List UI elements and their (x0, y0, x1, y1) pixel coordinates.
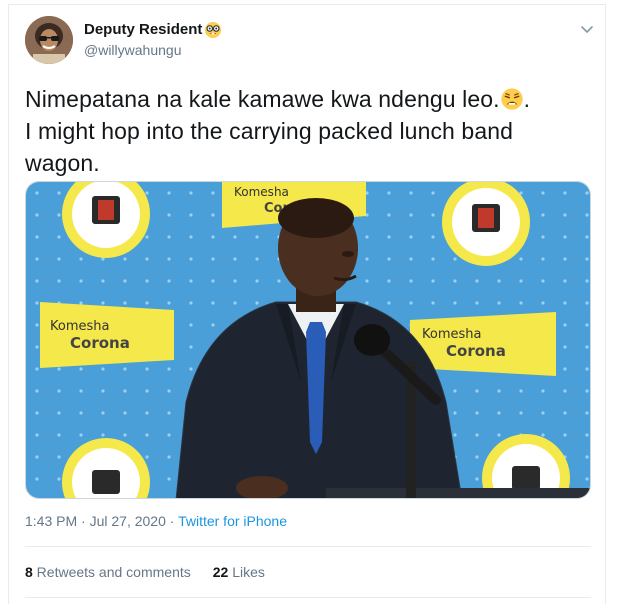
avatar[interactable] (25, 16, 73, 64)
tweet-text: Nimepatana na kale kamawe kwa ndengu leo… (25, 83, 590, 179)
chevron-down-icon[interactable] (579, 21, 595, 37)
poster-right-line2: Corona (446, 342, 506, 360)
likes-count: 22 (212, 564, 229, 580)
likes-stat[interactable]: 22 Likes (213, 564, 265, 580)
poster-left-line1: Komesha (50, 319, 109, 334)
nerd-face-emoji (205, 22, 222, 38)
tweet-text-line-1: Nimepatana na kale kamawe kwa ndengu leo… (25, 86, 500, 112)
user-handle[interactable]: @willywahungu (84, 41, 222, 59)
weary-face-emoji (500, 88, 523, 110)
poster-left-line2: Corona (70, 334, 130, 352)
poster-top-line1: Komesha (234, 185, 289, 199)
divider (25, 597, 591, 598)
tweet-card: Deputy Resident @willywahungu Nimepatana… (8, 4, 606, 604)
seal-top-right (442, 182, 530, 266)
poster-right-line1: Komesha (422, 327, 481, 342)
tweet-timestamp[interactable]: 1:43 PM · Jul 27, 2020 · (25, 513, 178, 529)
retweets-count: 8 (25, 564, 33, 580)
likes-label: Likes (228, 564, 265, 580)
display-name[interactable]: Deputy Resident (84, 20, 202, 40)
user-info: Deputy Resident @willywahungu (84, 20, 222, 59)
tweet-text-line-2: I might hop into the carrying packed lun… (25, 118, 514, 144)
retweets-stat[interactable]: 8 Retweets and comments (25, 564, 191, 580)
tweet-text-line-3: wagon. (25, 150, 100, 176)
tweet-source-link[interactable]: Twitter for iPhone (178, 513, 287, 529)
tweet-stats: 8 Retweets and comments 22 Likes (25, 564, 265, 580)
poster-left: Komesha Corona (40, 302, 174, 368)
divider (25, 546, 591, 547)
retweets-label: Retweets and comments (32, 564, 191, 580)
tweet-photo[interactable]: Komesha Cor Komesha Corona Komesha Coron… (25, 181, 591, 499)
tweet-text-line-1-end: . (523, 86, 531, 112)
tweet-meta: 1:43 PM · Jul 27, 2020 · Twitter for iPh… (25, 513, 287, 529)
